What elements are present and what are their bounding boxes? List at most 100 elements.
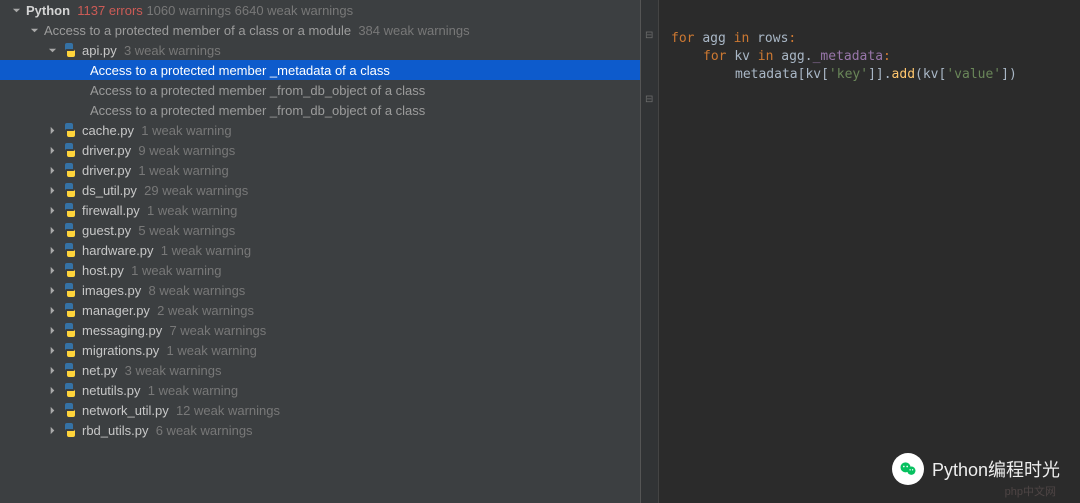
file-name: guest.py	[82, 223, 131, 238]
tree-file[interactable]: host.py 1 weak warning	[0, 260, 640, 280]
file-count: 8 weak warnings	[148, 283, 245, 298]
tree-file[interactable]: netutils.py 1 weak warning	[0, 380, 640, 400]
tree-file[interactable]: messaging.py 7 weak warnings	[0, 320, 640, 340]
file-count: 1 weak warning	[141, 123, 231, 138]
python-file-icon	[62, 262, 78, 278]
inspection-tree-panel[interactable]: Python 1137 errors 1060 warnings 6640 we…	[0, 0, 640, 503]
file-name: ds_util.py	[82, 183, 137, 198]
python-file-icon	[62, 422, 78, 438]
file-name: rbd_utils.py	[82, 423, 148, 438]
warning-count: 1060 warnings	[146, 3, 231, 18]
tree-file[interactable]: migrations.py 1 weak warning	[0, 340, 640, 360]
chevron-right-icon	[46, 184, 58, 196]
editor-gutter: ⊟ ⊟	[641, 0, 659, 503]
chevron-right-icon	[46, 364, 58, 376]
file-count: 1 weak warning	[167, 343, 257, 358]
tree-file[interactable]: cache.py 1 weak warning	[0, 120, 640, 140]
chevron-right-icon	[46, 204, 58, 216]
tree-file[interactable]: net.py 3 weak warnings	[0, 360, 640, 380]
file-count: 9 weak warnings	[138, 143, 235, 158]
tree-file-api[interactable]: api.py 3 weak warnings	[0, 40, 640, 60]
file-name: manager.py	[82, 303, 150, 318]
watermark-subtext: php中文网	[1005, 483, 1056, 499]
python-file-icon	[62, 342, 78, 358]
file-count: 1 weak warning	[148, 383, 238, 398]
tree-file[interactable]: hardware.py 1 weak warning	[0, 240, 640, 260]
python-file-icon	[62, 282, 78, 298]
chevron-right-icon	[46, 224, 58, 236]
python-file-icon	[62, 122, 78, 138]
file-count: 3 weak warnings	[124, 43, 221, 58]
file-name: firewall.py	[82, 203, 140, 218]
inspection-issue[interactable]: Access to a protected member _from_db_ob…	[0, 80, 640, 100]
weak-warning-count: 6640 weak warnings	[235, 3, 354, 18]
chevron-right-icon	[46, 304, 58, 316]
issue-text: Access to a protected member _from_db_ob…	[90, 83, 425, 98]
file-name: netutils.py	[82, 383, 141, 398]
chevron-right-icon	[46, 424, 58, 436]
file-name: driver.py	[82, 163, 131, 178]
tree-file[interactable]: ds_util.py 29 weak warnings	[0, 180, 640, 200]
tree-file[interactable]: driver.py 9 weak warnings	[0, 140, 640, 160]
python-file-icon	[62, 202, 78, 218]
python-file-icon	[62, 42, 78, 58]
watermark-text: Python编程时光	[932, 456, 1060, 482]
file-name: network_util.py	[82, 403, 169, 418]
tree-file[interactable]: rbd_utils.py 6 weak warnings	[0, 420, 640, 440]
file-name: hardware.py	[82, 243, 154, 258]
inspection-issue-selected[interactable]: Access to a protected member _metadata o…	[0, 60, 640, 80]
python-file-icon	[62, 222, 78, 238]
file-count: 1 weak warning	[161, 243, 251, 258]
python-file-icon	[62, 382, 78, 398]
file-name: net.py	[82, 363, 117, 378]
chevron-down-icon	[28, 24, 40, 36]
chevron-right-icon	[46, 324, 58, 336]
issue-text: Access to a protected member _metadata o…	[90, 63, 390, 78]
python-file-icon	[62, 142, 78, 158]
tree-file[interactable]: guest.py 5 weak warnings	[0, 220, 640, 240]
tree-category[interactable]: Access to a protected member of a class …	[0, 20, 640, 40]
file-count: 5 weak warnings	[138, 223, 235, 238]
chevron-right-icon	[46, 264, 58, 276]
file-count: 2 weak warnings	[157, 303, 254, 318]
category-count: 384 weak warnings	[358, 23, 469, 38]
tree-root-python[interactable]: Python 1137 errors 1060 warnings 6640 we…	[0, 0, 640, 20]
watermark: Python编程时光	[892, 453, 1060, 485]
python-file-icon	[62, 162, 78, 178]
file-name: migrations.py	[82, 343, 159, 358]
file-count: 12 weak warnings	[176, 403, 280, 418]
code-preview-panel[interactable]: ⊟ ⊟ for agg in rows: for kv in agg._meta…	[640, 0, 1080, 503]
file-count: 29 weak warnings	[144, 183, 248, 198]
code-snippet: for agg in rows: for kv in agg._metadata…	[641, 0, 1080, 84]
python-file-icon	[62, 182, 78, 198]
chevron-right-icon	[46, 124, 58, 136]
file-name: host.py	[82, 263, 124, 278]
chevron-down-icon	[10, 4, 22, 16]
file-count: 6 weak warnings	[156, 423, 253, 438]
file-count: 1 weak warning	[147, 203, 237, 218]
file-name: driver.py	[82, 143, 131, 158]
inspection-issue[interactable]: Access to a protected member _from_db_ob…	[0, 100, 640, 120]
chevron-down-icon	[46, 44, 58, 56]
file-count: 3 weak warnings	[125, 363, 222, 378]
tree-file[interactable]: images.py 8 weak warnings	[0, 280, 640, 300]
fold-mark-icon: ⊟	[645, 94, 653, 105]
tree-file[interactable]: manager.py 2 weak warnings	[0, 300, 640, 320]
file-name: images.py	[82, 283, 141, 298]
error-count: 1137 errors	[77, 3, 143, 18]
category-title: Access to a protected member of a class …	[44, 23, 351, 38]
tree-file[interactable]: driver.py 1 weak warning	[0, 160, 640, 180]
issue-text: Access to a protected member _from_db_ob…	[90, 103, 425, 118]
file-name: api.py	[82, 43, 117, 58]
chevron-right-icon	[46, 284, 58, 296]
chevron-right-icon	[46, 164, 58, 176]
tree-file[interactable]: firewall.py 1 weak warning	[0, 200, 640, 220]
fold-mark-icon: ⊟	[645, 30, 653, 41]
file-count: 1 weak warning	[131, 263, 221, 278]
file-name: cache.py	[82, 123, 134, 138]
tree-file[interactable]: network_util.py 12 weak warnings	[0, 400, 640, 420]
python-file-icon	[62, 302, 78, 318]
file-name: messaging.py	[82, 323, 162, 338]
file-count: 1 weak warning	[138, 163, 228, 178]
file-count: 7 weak warnings	[169, 323, 266, 338]
